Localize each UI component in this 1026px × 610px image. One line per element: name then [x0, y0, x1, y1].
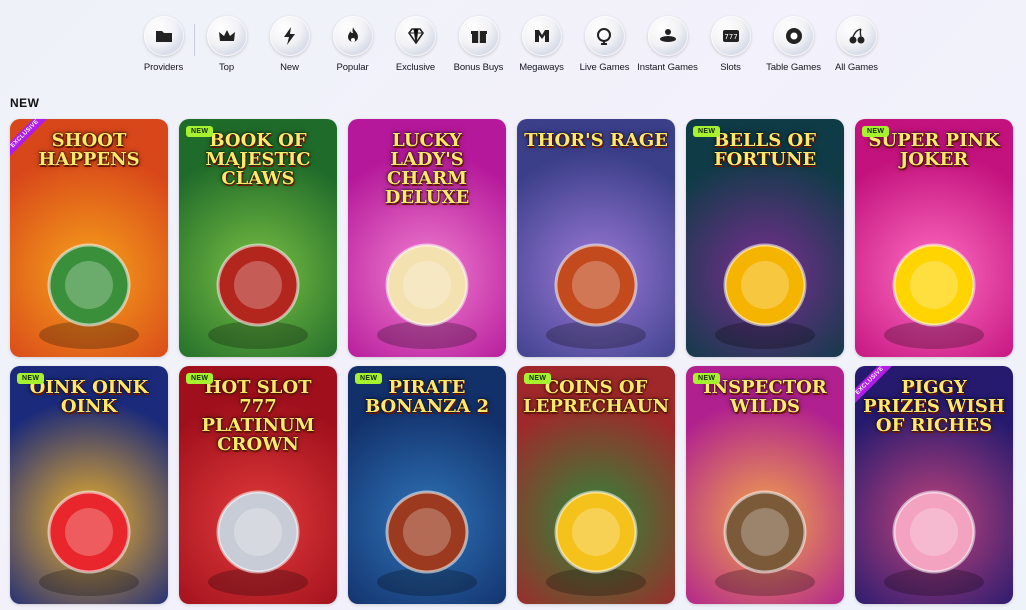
- game-grid: SHOOT HAPPENS EXCLUSIVE BOOK OF MAJESTIC C…: [10, 119, 1013, 604]
- new-badge: NEW: [862, 126, 890, 137]
- category-label: Instant Games: [637, 62, 698, 73]
- game-character-art: [39, 490, 139, 596]
- flame-icon: [332, 16, 373, 56]
- game-tile[interactable]: HOT SLOT 777 PLATINUM CROWN NEW: [179, 366, 337, 604]
- game-tile[interactable]: THOR'S RAGE: [517, 119, 675, 357]
- category-exclusive[interactable]: Exclusive: [384, 16, 447, 73]
- category-label: Table Games: [766, 62, 821, 73]
- instant-icon: [647, 16, 688, 56]
- category-providers[interactable]: Providers: [132, 16, 195, 73]
- category-table-games[interactable]: Table Games: [762, 16, 825, 73]
- category-bonus-buys[interactable]: Bonus Buys: [447, 16, 510, 73]
- game-character-art: [208, 243, 308, 349]
- game-title: THOR'S RAGE: [524, 130, 668, 151]
- new-badge: NEW: [186, 373, 214, 384]
- game-tile[interactable]: INSPECTOR WILDS NEW: [686, 366, 844, 604]
- game-tile[interactable]: SUPER PINK JOKER NEW: [855, 119, 1013, 357]
- category-label: Live Games: [579, 62, 630, 73]
- category-popular[interactable]: Popular: [321, 16, 384, 73]
- category-label: Bonus Buys: [453, 62, 504, 73]
- game-tile[interactable]: BELLS OF FORTUNE NEW: [686, 119, 844, 357]
- game-tile[interactable]: SHOOT HAPPENS EXCLUSIVE: [10, 119, 168, 357]
- folder-icon: [143, 16, 184, 56]
- game-character-art: [715, 243, 815, 349]
- game-tile[interactable]: PIRATE BONANZA 2 NEW: [348, 366, 506, 604]
- game-tile[interactable]: PIGGY PRIZES Wish of RICHES EXCLUSIVE: [855, 366, 1013, 604]
- new-badge: NEW: [186, 126, 214, 137]
- game-character-art: [546, 243, 646, 349]
- category-slots[interactable]: 777 Slots: [699, 16, 762, 73]
- new-badge: NEW: [17, 373, 45, 384]
- game-title: SHOOT HAPPENS: [38, 130, 140, 170]
- category-label: Top: [218, 62, 235, 73]
- game-character-art: [715, 490, 815, 596]
- game-title: PIGGY PRIZES Wish of RICHES: [863, 377, 1005, 436]
- new-badge: NEW: [355, 373, 383, 384]
- game-character-art: [377, 490, 477, 596]
- category-all-games[interactable]: All Games: [825, 16, 888, 73]
- game-tile[interactable]: Lucky Lady's Charm deluxe: [348, 119, 506, 357]
- new-badge: NEW: [693, 373, 721, 384]
- game-character-art: [377, 243, 477, 349]
- game-character-art: [39, 243, 139, 349]
- gift-icon: [458, 16, 499, 56]
- category-label: Exclusive: [395, 62, 436, 73]
- new-badge: NEW: [693, 126, 721, 137]
- cherries-icon: [836, 16, 877, 56]
- category-label: New: [280, 62, 299, 73]
- game-title: BOOK OF MAJESTIC CLAWS: [205, 130, 311, 189]
- megaways-icon: [521, 16, 562, 56]
- category-label: Megaways: [519, 62, 564, 73]
- game-tile[interactable]: COINS OF LEPRECHAUN NEW: [517, 366, 675, 604]
- game-character-art: [546, 490, 646, 596]
- game-tile[interactable]: OINK OINK OINK NEW: [10, 366, 168, 604]
- category-instant-games[interactable]: Instant Games: [636, 16, 699, 73]
- category-megaways[interactable]: Megaways: [510, 16, 573, 73]
- game-character-art: [884, 490, 984, 596]
- lightning-icon: [269, 16, 310, 56]
- category-label: All Games: [835, 62, 878, 73]
- crown-icon: [206, 16, 247, 56]
- game-character-art: [208, 490, 308, 596]
- category-divider: [194, 24, 195, 56]
- category-label: Providers: [143, 62, 184, 73]
- slot-icon: 777: [710, 16, 751, 56]
- section-title: NEW: [10, 96, 40, 110]
- diamond-icon: [395, 16, 436, 56]
- game-title: Lucky Lady's Charm deluxe: [384, 130, 470, 208]
- game-title: HOT SLOT 777 PLATINUM CROWN: [201, 377, 315, 455]
- svg-text:777: 777: [724, 33, 737, 41]
- live-icon: [584, 16, 625, 56]
- new-badge: NEW: [524, 373, 552, 384]
- category-bar: Providers Top New Popular Exclusive Bonus Buy…: [132, 16, 888, 73]
- game-character-art: [884, 243, 984, 349]
- category-live-games[interactable]: Live Games: [573, 16, 636, 73]
- category-top[interactable]: Top: [195, 16, 258, 73]
- category-label: Slots: [720, 62, 741, 73]
- category-new[interactable]: New: [258, 16, 321, 73]
- game-tile[interactable]: BOOK OF MAJESTIC CLAWS NEW: [179, 119, 337, 357]
- category-label: Popular: [336, 62, 369, 73]
- chip-icon: [773, 16, 814, 56]
